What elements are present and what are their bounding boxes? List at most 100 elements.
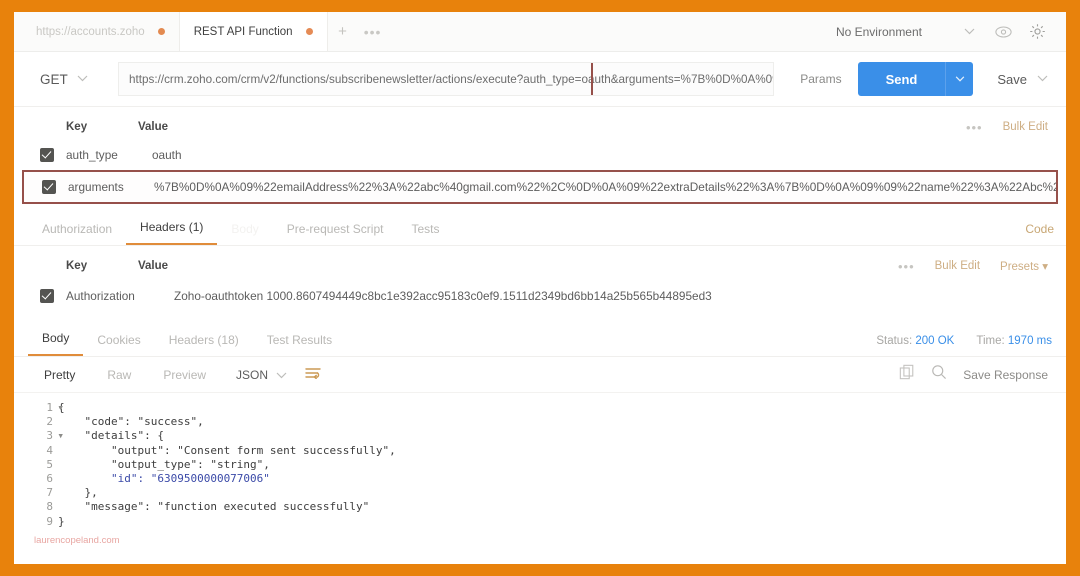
- code-line: 1 ▾ {: [14, 401, 1066, 415]
- param-key[interactable]: auth_type: [54, 148, 152, 162]
- status-badge: Status: 200 OK: [876, 335, 955, 347]
- tab-authorization[interactable]: Authorization: [28, 222, 126, 245]
- code-line: 6 "id": "6309500000077006": [14, 472, 1066, 486]
- watermark: laurencopeland.com: [34, 535, 120, 546]
- response-body-code[interactable]: 1 ▾ { 2 "code": "success", 3 ▾ "details": …: [14, 393, 1066, 529]
- view-pretty[interactable]: Pretty: [28, 368, 91, 382]
- code-line: 8 "message": "function executed successf…: [14, 500, 1066, 514]
- new-tab-button[interactable]: +: [328, 12, 358, 51]
- tab-response-cookies[interactable]: Cookies: [83, 333, 154, 356]
- line-number: 4: [46, 443, 53, 457]
- params-toggle[interactable]: Params: [784, 72, 857, 86]
- format-label: JSON: [236, 367, 269, 382]
- method-label: GET: [40, 71, 68, 87]
- header-key[interactable]: Authorization: [54, 289, 174, 303]
- params-options-icon[interactable]: •••: [966, 120, 983, 135]
- headers-table: Key Value ••• Bulk Edit Presets ▾ Author…: [14, 253, 1066, 313]
- time-badge: Time: 1970 ms: [976, 335, 1052, 347]
- line-number: 5: [46, 457, 53, 471]
- postman-window: https://accounts.zoho REST API Function …: [14, 12, 1066, 564]
- code-text: "id": "6309500000077006": [58, 472, 270, 486]
- chevron-down-icon: [276, 368, 287, 382]
- tab-response-headers[interactable]: Headers (18): [155, 333, 253, 356]
- code-line: 2 "code": "success",: [14, 415, 1066, 429]
- param-value[interactable]: oauth: [152, 148, 1066, 162]
- method-selector[interactable]: GET: [40, 72, 118, 87]
- tab-label: https://accounts.zoho: [36, 25, 145, 38]
- status-value: 200 OK: [915, 335, 955, 347]
- url-text: https://crm.zoho.com/crm/v2/functions/su…: [129, 72, 773, 86]
- save-response-button[interactable]: Save Response: [963, 368, 1048, 382]
- response-actions: Save Response: [899, 364, 1052, 385]
- row-checkbox[interactable]: [40, 289, 54, 303]
- fold-icon: ▾: [57, 401, 64, 414]
- send-options-icon[interactable]: [945, 62, 974, 96]
- code-text: }: [58, 514, 65, 528]
- send-group: Send: [857, 62, 974, 96]
- tab-headers[interactable]: Headers (1): [126, 220, 218, 245]
- view-raw[interactable]: Raw: [91, 368, 147, 382]
- unsaved-dot-icon: [157, 28, 165, 35]
- table-row[interactable]: auth_type oauth: [14, 140, 1066, 170]
- tab-rest-api-function[interactable]: REST API Function: [179, 12, 328, 51]
- wrap-lines-icon[interactable]: [305, 367, 321, 382]
- line-number: 2: [46, 415, 53, 429]
- url-row: GET https://crm.zoho.com/crm/v2/function…: [14, 52, 1066, 107]
- code-line: 9 }: [14, 515, 1066, 529]
- param-key[interactable]: arguments: [56, 180, 154, 194]
- chevron-down-icon: [77, 74, 88, 84]
- line-number: 6: [46, 472, 53, 486]
- tab-options-icon[interactable]: •••: [358, 12, 388, 51]
- row-checkbox[interactable]: [42, 180, 56, 194]
- tab-response-body[interactable]: Body: [28, 331, 84, 356]
- tab-pre-request-script[interactable]: Pre-request Script: [273, 222, 398, 245]
- request-tabs: Authorization Headers (1) Body Pre-reque…: [14, 212, 1066, 246]
- params-header-row: Key Value ••• Bulk Edit: [14, 114, 1066, 140]
- row-checkbox[interactable]: [40, 148, 54, 162]
- tab-accounts-zoho[interactable]: https://accounts.zoho: [22, 12, 180, 51]
- param-value[interactable]: %7B%0D%0A%09%22emailAddress%22%3A%22abc%…: [154, 180, 1056, 194]
- code-text: "code": "success",: [58, 415, 204, 429]
- table-row[interactable]: arguments %7B%0D%0A%09%22emailAddress%22…: [22, 170, 1058, 204]
- environment-area: No Environment: [836, 12, 1066, 51]
- line-number: 9: [46, 514, 53, 528]
- eye-icon[interactable]: [986, 15, 1020, 49]
- code-text: },: [58, 486, 98, 500]
- code-link[interactable]: Code: [1025, 222, 1066, 245]
- response-tabs: Body Cookies Headers (18) Test Results S…: [14, 323, 1066, 357]
- column-header-value: Value: [138, 121, 169, 133]
- code-text: "details": {: [58, 429, 164, 443]
- code-text: "output": "Consent form sent successfull…: [58, 443, 396, 457]
- table-row[interactable]: Authorization Zoho-oauthtoken 1000.86074…: [14, 279, 1066, 313]
- url-input[interactable]: https://crm.zoho.com/crm/v2/functions/su…: [118, 62, 775, 96]
- copy-icon[interactable]: [899, 364, 915, 385]
- headers-options-icon[interactable]: •••: [898, 259, 915, 274]
- line-number: 8: [46, 500, 53, 514]
- headers-presets-link[interactable]: Presets ▾: [1000, 259, 1048, 273]
- tab-test-results[interactable]: Test Results: [253, 333, 346, 356]
- gear-icon[interactable]: [1020, 15, 1054, 49]
- response-view-bar: Pretty Raw Preview JSON Save Response: [14, 357, 1066, 393]
- line-number: 1 ▾: [46, 401, 64, 414]
- save-options-icon[interactable]: [1037, 74, 1054, 84]
- tab-bar: https://accounts.zoho REST API Function …: [14, 12, 1066, 52]
- search-icon[interactable]: [931, 364, 947, 385]
- view-preview[interactable]: Preview: [147, 368, 222, 382]
- headers-bulk-edit-link[interactable]: Bulk Edit: [935, 260, 980, 272]
- tab-tests[interactable]: Tests: [397, 222, 453, 245]
- code-line: 4 "output": "Consent form sent successfu…: [14, 444, 1066, 458]
- header-value[interactable]: Zoho-oauthtoken 1000.8607494449c8bc1e392…: [174, 289, 1066, 303]
- chevron-down-icon[interactable]: [952, 15, 986, 49]
- environment-selector[interactable]: No Environment: [836, 25, 952, 39]
- headers-header-row: Key Value ••• Bulk Edit Presets ▾: [14, 253, 1066, 279]
- tab-body[interactable]: Body: [217, 222, 272, 245]
- send-button[interactable]: Send: [857, 62, 946, 96]
- code-text: "output_type": "string",: [58, 457, 270, 471]
- params-bulk-edit-link[interactable]: Bulk Edit: [1003, 121, 1048, 133]
- save-button[interactable]: Save: [973, 72, 1037, 87]
- code-line: 7 },: [14, 486, 1066, 500]
- column-header-value: Value: [138, 260, 169, 272]
- params-table: Key Value ••• Bulk Edit auth_type oauth …: [14, 114, 1066, 204]
- fold-icon: ▾: [57, 429, 64, 443]
- format-selector[interactable]: JSON: [222, 368, 305, 382]
